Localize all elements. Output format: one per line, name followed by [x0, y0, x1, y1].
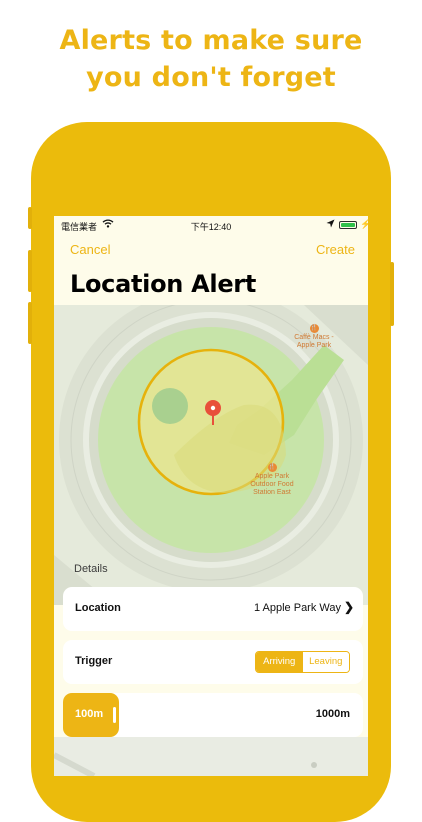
location-label: Location [75, 602, 121, 614]
trigger-label: Trigger [75, 655, 113, 667]
map-view[interactable]: 🍴 Caffè Macs - Apple Park 🍴 Apple Park O… [54, 305, 368, 605]
location-arrow-icon [326, 219, 335, 230]
page-title: Location Alert [70, 270, 257, 298]
segment-leaving[interactable]: Leaving [302, 652, 349, 672]
create-button[interactable]: Create [316, 242, 355, 257]
cancel-button[interactable]: Cancel [70, 242, 110, 257]
poi-caffe-line-1: Caffè Macs - [294, 334, 334, 341]
poi-outdoor-food[interactable]: 🍴 Apple Park Outdoor Food Station East [240, 463, 304, 497]
radius-slider-handle[interactable] [113, 707, 116, 723]
trigger-segmented-control: Arriving Leaving [255, 651, 350, 673]
charging-bolt-icon: ⚡ [360, 219, 368, 229]
headline-line-1: Alerts to make sure [59, 25, 363, 56]
map-preview-bottom [54, 737, 368, 776]
poi-icon: 🍴 [309, 324, 319, 333]
status-bar: 電信業者 下午12:40 ⚡ [54, 216, 368, 234]
headline-line-2: you don't forget [86, 62, 336, 93]
radius-min-label: 100m [75, 708, 104, 720]
poi-food-line-2: Outdoor Food [250, 481, 294, 488]
phone-screen: 電信業者 下午12:40 ⚡ Cancel Create Location Al… [54, 216, 368, 776]
radius-slider[interactable]: 100m 1000m [63, 693, 363, 737]
map-graphics [54, 305, 368, 605]
map-pin-icon[interactable] [204, 399, 222, 427]
phone-volume-up [28, 250, 32, 292]
poi-icon: 🍴 [267, 463, 277, 472]
details-section-label: Details [74, 563, 108, 575]
poi-caffe-line-2: Apple Park [296, 342, 332, 349]
poi-food-line-1: Apple Park [254, 473, 290, 480]
radius-max-label: 1000m [315, 708, 350, 720]
battery-icon [339, 221, 357, 229]
promo-headline: Alerts to make sure you don't forget [0, 22, 422, 96]
phone-power-button [390, 262, 394, 326]
segment-arriving[interactable]: Arriving [256, 652, 303, 672]
poi-caffe-macs[interactable]: 🍴 Caffè Macs - Apple Park [284, 324, 344, 350]
status-time: 下午12:40 [190, 222, 232, 232]
phone-mute-switch [28, 207, 32, 229]
location-value: 1 Apple Park Way [253, 602, 341, 614]
chevron-right-icon: ❯ [343, 600, 354, 614]
phone-volume-down [28, 302, 32, 344]
trigger-row: Trigger Arriving Leaving [63, 640, 363, 684]
poi-food-line-3: Station East [253, 489, 291, 496]
location-row[interactable]: Location 1 Apple Park Way ❯ [63, 587, 363, 631]
